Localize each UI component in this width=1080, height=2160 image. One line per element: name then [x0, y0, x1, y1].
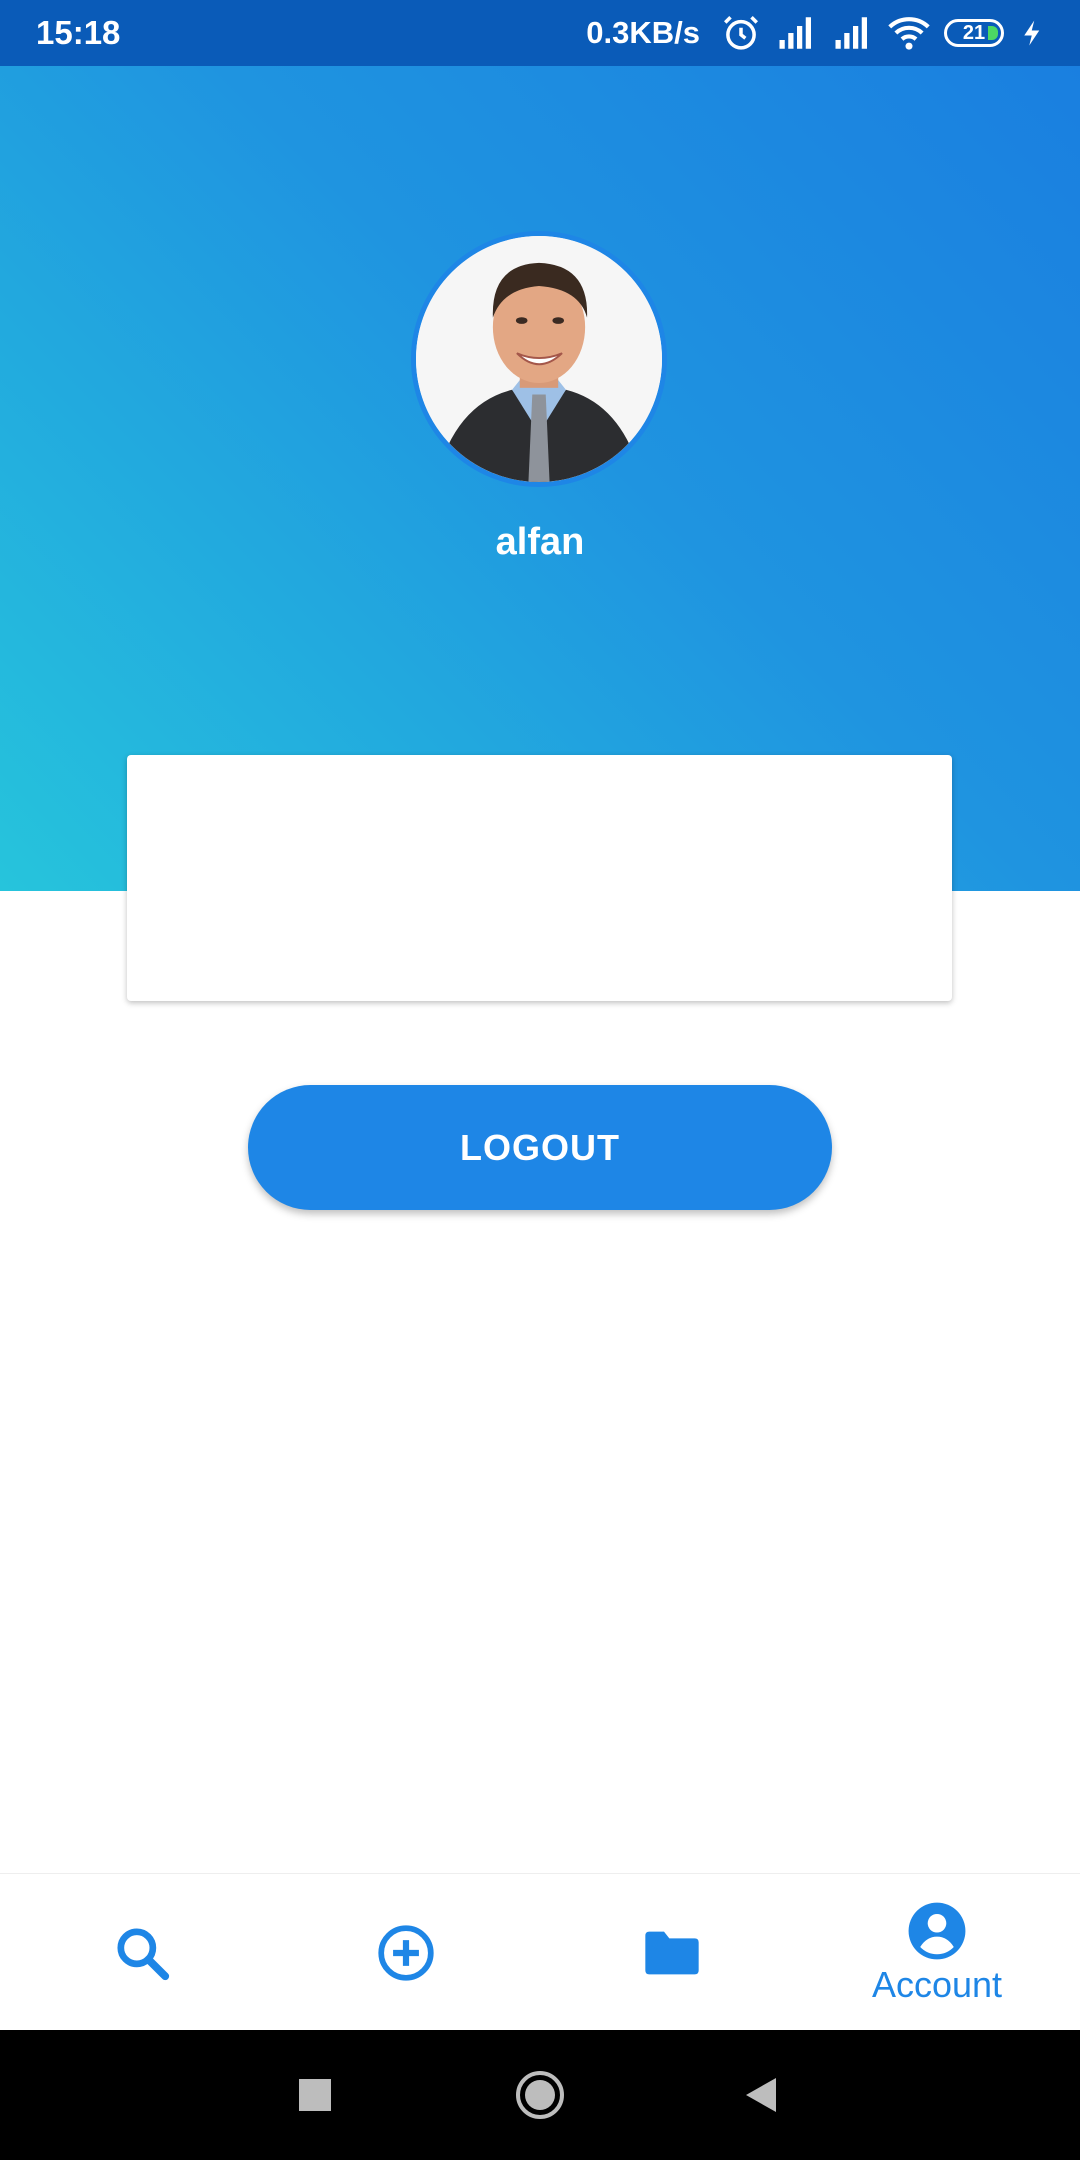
status-icons: 0.3KB/s 21 [586, 12, 1048, 54]
square-icon [299, 2079, 331, 2111]
profile-photo [416, 236, 662, 482]
account-icon [908, 1902, 966, 1959]
folder-icon [645, 1931, 699, 1974]
home-circle-icon [516, 2071, 564, 2119]
status-time: 15:18 [36, 14, 121, 51]
profile-info-card [127, 755, 952, 1001]
nav-item-files[interactable] [537, 1874, 807, 2031]
logout-button[interactable]: LOGOUT [248, 1085, 832, 1210]
recent-apps-button[interactable] [255, 2030, 375, 2160]
signal-icon [779, 17, 811, 49]
wifi-icon [888, 17, 930, 50]
alarm-icon [724, 16, 758, 50]
status-bar: 15:18 0.3KB/s 21 [0, 0, 1080, 66]
battery-level: 21 [962, 21, 986, 44]
signal-icon [835, 17, 867, 49]
nav-item-account[interactable]: Account [802, 1874, 1072, 2031]
home-button[interactable] [480, 2030, 600, 2160]
back-triangle-icon [746, 2078, 776, 2112]
username: alfan [495, 521, 585, 563]
battery-icon: 21 [944, 19, 1004, 47]
system-navigation-bar [0, 2030, 1080, 2160]
nav-label-account: Account [871, 1963, 1003, 2005]
search-icon [117, 1927, 170, 1980]
add-circle-icon [378, 1924, 434, 1981]
back-button[interactable] [700, 2030, 820, 2160]
nav-item-search[interactable] [7, 1874, 277, 2031]
avatar[interactable] [411, 231, 667, 487]
charging-icon [1024, 20, 1040, 46]
nav-item-add[interactable] [271, 1874, 541, 2031]
network-speed: 0.3KB/s [586, 15, 700, 50]
bottom-navigation: Account [0, 1873, 1080, 2031]
